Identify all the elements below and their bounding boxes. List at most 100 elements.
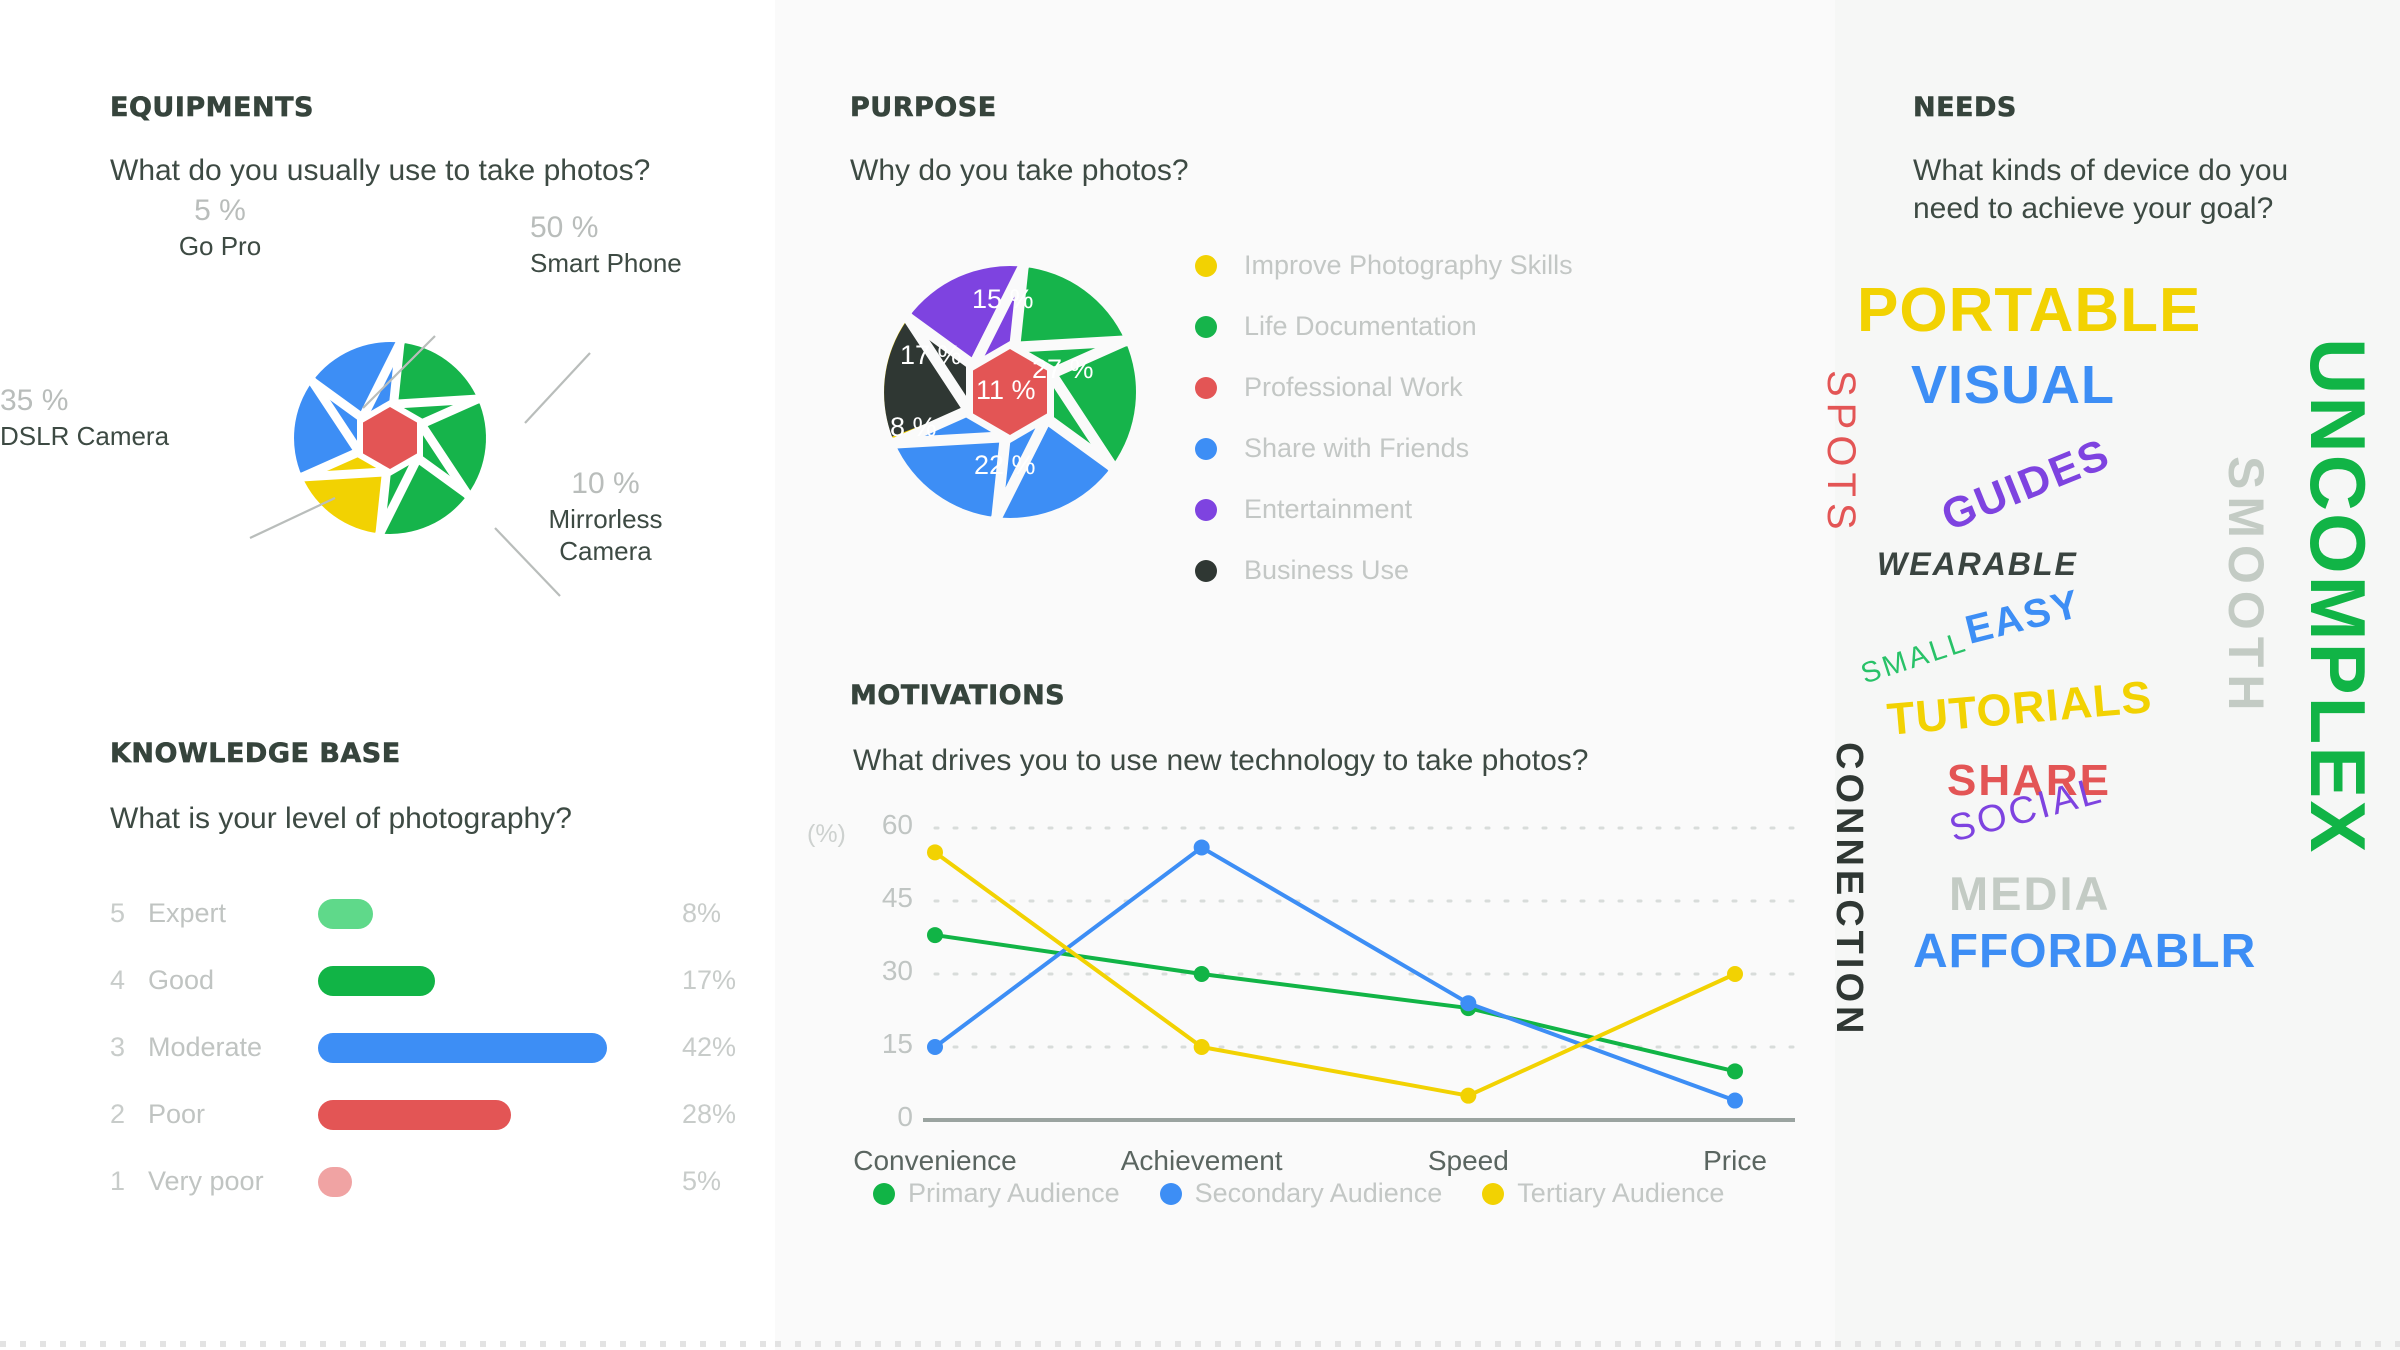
data-point [1193, 1039, 1210, 1055]
purpose-legend-item: Entertainment [1195, 479, 1573, 540]
legend-label: Improve Photography Skills [1244, 250, 1573, 280]
word-cloud-word: UNCOMPLEX [2294, 338, 2382, 855]
callout-smartphone: 50 % Smart Phone [530, 210, 760, 279]
knowledge-level-label: Very poor [148, 1166, 264, 1196]
panel-needs: NEEDS What kinds of device do you need t… [1819, 0, 2400, 1350]
callout-gopro: 5 % Go Pro [150, 193, 290, 262]
bottom-dotted-divider-right [1835, 1341, 2400, 1347]
knowledge-bar [318, 1032, 607, 1063]
callout-gopro-value: 5 % [194, 194, 246, 227]
data-point [1727, 1092, 1743, 1109]
needs-section-title: NEEDS [1913, 92, 2017, 124]
purpose-value-life: 27 % [1032, 354, 1094, 384]
infographic-root: EQUIPMENTS What do you usually use to ta… [0, 0, 2400, 1350]
callout-mirrorless-label: Mirrorless Camera [548, 503, 663, 567]
legend-label: Share with Friends [1244, 433, 1470, 463]
knowledge-bar-track [318, 1032, 648, 1063]
legend-color-dot [1195, 254, 1217, 277]
equipments-section-title: EQUIPMENTS [110, 92, 314, 124]
word-cloud-word: TUTORIALS [1885, 670, 2155, 745]
legend-color-dot [1195, 376, 1217, 399]
callout-gopro-label: Go Pro [178, 230, 262, 261]
legend-color-dot [1195, 559, 1217, 582]
purpose-legend-item: Professional Work [1195, 357, 1573, 418]
knowledge-question: What is your level of photography? [110, 802, 572, 835]
purpose-legend-item: Business Use [1195, 540, 1573, 601]
x-tick-label: Achievement [1120, 1145, 1283, 1176]
needs-word-cloud: PORTABLE SPOTS VISUAL UNCOMPLEX GUIDES SMOOTH… [1819, 276, 2400, 1037]
callout-mirrorless: 10 % Mirrorless Camera [518, 466, 693, 568]
knowledge-level-label: Poor [148, 1099, 206, 1129]
data-point [1193, 839, 1210, 856]
bottom-dotted-divider [0, 1341, 775, 1347]
line-legend-item: Primary Audience [873, 1178, 1120, 1209]
knowledge-row: 5 Expert 8% [110, 880, 736, 947]
callout-dslr-value: 35 % [0, 384, 69, 417]
legend-color-dot [1159, 1182, 1182, 1205]
knowledge-rank: 5 [110, 898, 126, 928]
equipments-question: What do you usually use to take photos? [110, 154, 651, 187]
line-legend-item: Tertiary Audience [1482, 1178, 1724, 1209]
needs-question: What kinds of device do you need to achi… [1913, 154, 2289, 226]
purpose-legend: Improve Photography Skills Life Documenta… [1195, 235, 1573, 601]
data-point [1193, 966, 1210, 982]
word-cloud-word: SMOOTH [2218, 456, 2274, 718]
data-point [1727, 1063, 1743, 1080]
purpose-legend-item: Improve Photography Skills [1195, 235, 1573, 296]
bottom-dotted-divider-mid [775, 1341, 1835, 1347]
word-cloud-word: AFFORDABLR [1913, 925, 2257, 978]
knowledge-bar [318, 1099, 511, 1130]
motivations-question: What drives you to use new technology to… [853, 744, 1589, 777]
legend-color-dot [1482, 1182, 1505, 1205]
callout-dslr-label: DSLR Camera [0, 420, 170, 451]
purpose-section-title: PURPOSE [850, 92, 997, 124]
purpose-value-share: 22 % [974, 450, 1036, 480]
knowledge-rank: 4 [110, 965, 126, 995]
knowledge-bar [318, 965, 435, 996]
callout-smartphone-label: Smart Phone [530, 247, 682, 278]
knowledge-row: 3 Moderate 42% [110, 1014, 736, 1081]
word-cloud-word: SMALL [1857, 625, 1972, 691]
data-point [927, 927, 943, 944]
word-cloud-word: WEARABLE [1877, 546, 2078, 582]
knowledge-bar-track [318, 1099, 648, 1130]
word-cloud-word: EASY [1961, 581, 2086, 653]
knowledge-bar-track [318, 965, 648, 996]
legend-label: Business Use [1244, 555, 1410, 585]
word-cloud-word: CONNECTION [1828, 742, 1870, 1038]
x-tick-label: Convenience [853, 1145, 1017, 1176]
purpose-value-improve: 17 % [900, 340, 962, 370]
panel-purpose-motivations: PURPOSE Why do you take photos? 27 % 15 … [775, 0, 1835, 1350]
knowledge-section-title: KNOWLEDGE BASE [110, 738, 401, 770]
data-point [1460, 995, 1477, 1012]
legend-label: Entertainment [1244, 494, 1413, 524]
word-cloud-word: MEDIA [1949, 867, 2111, 920]
word-cloud-word: SPOTS [1819, 370, 1863, 536]
callout-smartphone-value: 50 % [530, 211, 599, 244]
purpose-value-entertainment: 15 % [972, 284, 1034, 314]
word-cloud-word: VISUAL [1911, 355, 2116, 415]
knowledge-bar [318, 898, 373, 929]
purpose-question: Why do you take photos? [850, 154, 1189, 187]
knowledge-value: 5% [682, 1166, 722, 1196]
callout-mirrorless-value: 10 % [571, 467, 640, 500]
legend-label: Secondary Audience [1194, 1178, 1443, 1208]
leader-line-smartphone [524, 352, 591, 424]
legend-color-dot [1195, 315, 1217, 338]
motivations-line-chart: (%) 0 15 30 45 60 Convenience Achievement Spee… [775, 809, 1835, 1230]
knowledge-rank: 3 [110, 1032, 126, 1062]
line-chart-legend: Primary Audience Secondary Audience Tertia… [873, 1178, 1724, 1209]
legend-color-dot [1195, 498, 1217, 521]
legend-color-dot [1195, 437, 1217, 460]
legend-color-dot [873, 1182, 895, 1205]
line-legend-item: Secondary Audience [1159, 1178, 1443, 1209]
knowledge-value: 17% [682, 965, 737, 995]
legend-label: Professional Work [1244, 372, 1463, 402]
word-cloud-word: PORTABLE [1857, 276, 2202, 345]
knowledge-row: 1 Very poor 5% [110, 1148, 736, 1215]
knowledge-rank: 2 [110, 1099, 126, 1129]
data-point [1727, 966, 1743, 982]
panel-equipments-knowledge: EQUIPMENTS What do you usually use to ta… [0, 0, 775, 1350]
legend-label: Primary Audience [908, 1178, 1120, 1208]
knowledge-level-label: Good [148, 965, 215, 995]
